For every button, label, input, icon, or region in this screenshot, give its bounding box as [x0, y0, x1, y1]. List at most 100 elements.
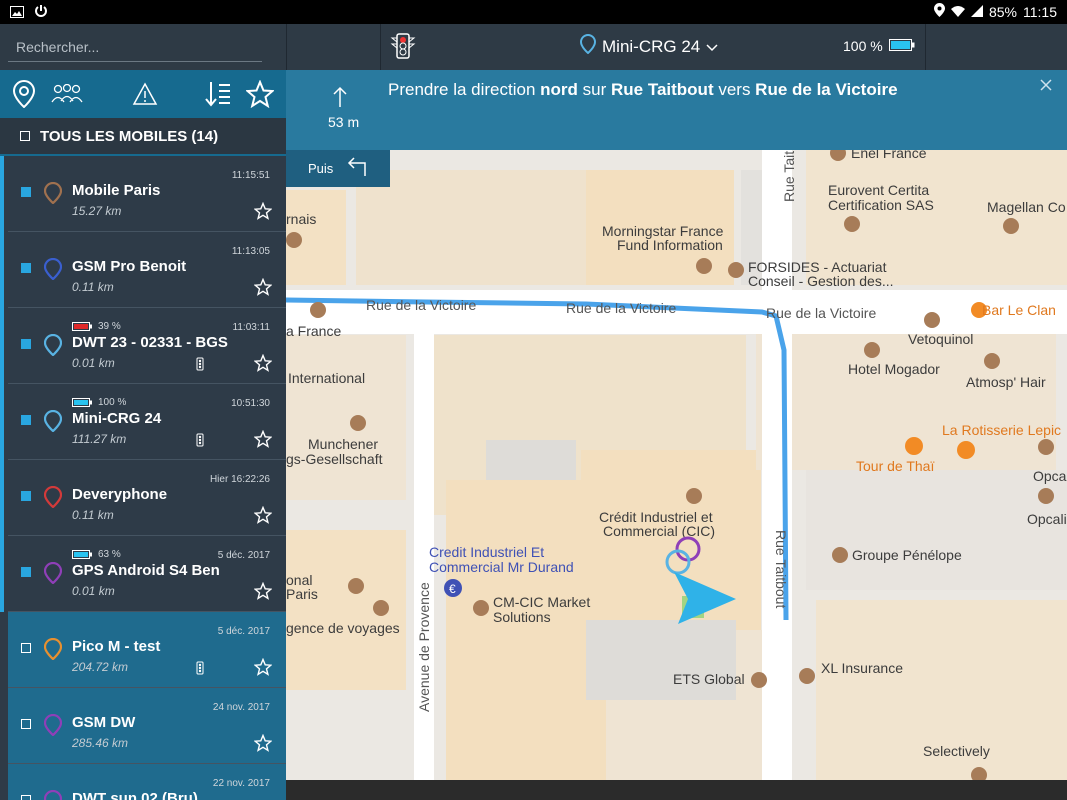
mobile-checkbox[interactable]: [21, 415, 31, 425]
selected-indicator: [0, 460, 4, 536]
mobile-row[interactable]: 63 % GPS Android S4 Ben 0.01 km 5 déc. 2017: [0, 536, 286, 612]
mobile-name: Deveryphone: [72, 486, 168, 503]
select-all-checkbox[interactable]: [20, 131, 30, 141]
street-label: Rue de la Victoire: [366, 297, 476, 313]
search-input[interactable]: [8, 32, 262, 62]
poi-label: Fund Information: [617, 237, 723, 253]
sidebar-toolbar: [0, 70, 286, 118]
mobile-distance: 0.11 km: [72, 508, 114, 522]
selected-indicator: [0, 232, 4, 308]
mobile-row[interactable]: Mobile Paris 15.27 km 11:15:51: [0, 156, 286, 232]
mobile-row[interactable]: Deveryphone 0.11 km Hier 16:22:26: [0, 460, 286, 536]
battery-label: 39 %: [98, 321, 121, 332]
mobile-checkbox[interactable]: [21, 719, 31, 729]
poi-label: Bar Le Clan: [982, 302, 1056, 318]
poi-label: Opca: [1033, 468, 1067, 484]
bottom-bar: [286, 780, 1067, 800]
mobile-time: 5 déc. 2017: [217, 550, 270, 561]
mobile-name: DWT 23 - 02331 - BGS: [72, 334, 228, 351]
mobile-checkbox[interactable]: [21, 643, 31, 653]
top-app-bar: Mini-CRG 24 100 %: [0, 24, 1067, 70]
map-pin-icon: [43, 181, 63, 205]
mobile-row[interactable]: GSM DW 285.46 km 24 nov. 2017: [8, 688, 286, 764]
poi-label: La Rotisserie Lepic: [942, 422, 1061, 438]
poi-label: Commercial Mr Durand: [429, 559, 574, 575]
street-label: Rue de la Victoire: [566, 300, 676, 316]
poi-label: Conseil - Gestion des...: [748, 273, 894, 289]
mobile-checkbox[interactable]: [21, 795, 31, 800]
mobile-row[interactable]: Pico M - test 204.72 km 5 déc. 2017: [8, 612, 286, 688]
mobile-checkbox[interactable]: [21, 187, 31, 197]
favorite-star-icon[interactable]: [253, 353, 273, 372]
mobile-row[interactable]: DWT sun 02 (Bru) 22 nov. 2017: [8, 764, 286, 800]
star-filter-icon[interactable]: [244, 79, 276, 113]
map-view[interactable]: Rue de la Victoire Rue de la Victoire Ru…: [286, 150, 1067, 780]
mobile-name: GPS Android S4 Ben: [72, 562, 220, 579]
mobile-checkbox[interactable]: [21, 491, 31, 501]
mobile-battery: 63 %: [72, 549, 121, 560]
traffic-light-icon[interactable]: [390, 32, 418, 62]
divider: [380, 24, 381, 70]
mobile-row[interactable]: GSM Pro Benoit 0.11 km 11:13:05: [0, 232, 286, 308]
turn-left-icon: [345, 157, 369, 180]
favorite-star-icon[interactable]: [253, 733, 273, 752]
favorite-star-icon[interactable]: [253, 505, 273, 524]
mobile-name: Pico M - test: [72, 638, 161, 655]
poi-label: Certification SAS: [828, 197, 934, 213]
location-icon: [933, 3, 945, 20]
mobile-row[interactable]: 39 % DWT 23 - 02331 - BGS 0.01 km 11:03:11: [0, 308, 286, 384]
mobile-time: 11:13:05: [231, 246, 270, 257]
battery-icon: [888, 38, 915, 54]
mobile-distance: 0.11 km: [72, 280, 114, 294]
poi-label: Atmosp' Hair: [966, 374, 1046, 390]
poi-label: Eurovent Certita: [828, 182, 929, 198]
poi-label: rnais: [286, 211, 316, 227]
poi-label: Tour de Thaï: [856, 458, 934, 474]
nav-instruction: Prendre la direction nord sur Rue Taitbo…: [388, 80, 898, 100]
chevron-down-icon: [706, 37, 718, 57]
poi-label: Commercial (CIC): [603, 523, 715, 539]
poi-label: CM-CIC Market: [493, 594, 590, 610]
nav-text: Prendre la direction: [388, 80, 541, 99]
mobile-time: 5 déc. 2017: [217, 626, 270, 637]
select-all-mobiles[interactable]: TOUS LES MOBILES (14): [0, 118, 286, 156]
poi-label: Selectively: [923, 743, 990, 759]
sort-icon[interactable]: [204, 80, 232, 113]
poi-label: Opcalia: [1027, 511, 1067, 527]
navigation-banner: 53 m Prendre la direction nord sur Rue T…: [286, 70, 1067, 150]
favorite-star-icon[interactable]: [253, 429, 273, 448]
poi-label: Enel France: [851, 150, 927, 161]
device-selector[interactable]: Mini-CRG 24: [579, 33, 718, 59]
favorite-star-icon[interactable]: [253, 657, 273, 676]
favorite-star-icon[interactable]: [253, 277, 273, 296]
selected-indicator: [0, 536, 4, 612]
selected-indicator: [0, 384, 4, 460]
map-pin-icon: [43, 789, 63, 800]
mobile-checkbox[interactable]: [21, 567, 31, 577]
map-pin-icon: [43, 637, 63, 661]
pin-filter-icon[interactable]: [12, 79, 36, 113]
device-name: Mini-CRG 24: [602, 36, 701, 56]
favorite-star-icon[interactable]: [253, 201, 273, 220]
close-icon[interactable]: [1039, 78, 1053, 92]
mobile-time: 11:03:11: [232, 322, 270, 333]
mobile-checkbox[interactable]: [21, 339, 31, 349]
groups-icon[interactable]: [50, 83, 84, 109]
poi-label: International: [288, 370, 365, 386]
nav-street-to: Rue de la Victoire: [755, 80, 898, 99]
alert-icon[interactable]: [132, 82, 158, 111]
mobile-checkbox[interactable]: [21, 263, 31, 273]
battery-label: 100 %: [843, 38, 883, 54]
mobile-row[interactable]: 100 % Mini-CRG 24 111.27 km 10:51:30: [0, 384, 286, 460]
favorite-star-icon[interactable]: [253, 581, 273, 600]
arrow-up-icon: [332, 86, 348, 113]
device-battery: 100 %: [843, 38, 915, 54]
battery-label: 63 %: [98, 549, 121, 560]
nav-street-from: Rue Taitbout: [610, 80, 714, 99]
mobile-name: Mobile Paris: [72, 182, 161, 199]
traffic-light-icon: [194, 661, 206, 675]
divider: [286, 24, 287, 70]
poi-label: Groupe Pénélope: [852, 547, 962, 563]
mobiles-list: Mobile Paris 15.27 km 11:15:51 GSM Pro Beno…: [0, 156, 286, 800]
selected-indicator: [0, 156, 4, 232]
